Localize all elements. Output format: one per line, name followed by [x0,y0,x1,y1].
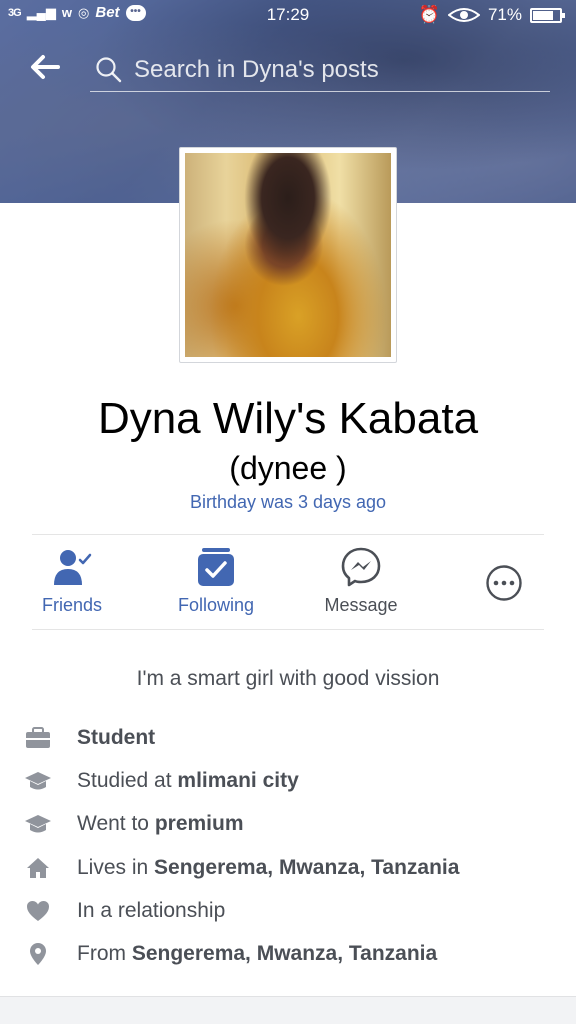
profile-bio: I'm a smart girl with good vission [136,667,440,690]
status-bar: 3G ▂▄▆ w ◎ Bet ••• 17:29 ⏰ 71% [0,0,576,30]
intro-went[interactable]: Went to premium [24,803,564,846]
graduation-cap-icon [24,810,52,838]
profile-nickname: (dynee ) [229,450,347,486]
section-divider [0,996,576,1024]
intro-work[interactable]: Student [24,716,564,759]
heart-icon [24,897,52,925]
profile-actions: Friends Following Message [32,534,544,630]
graduation-cap-icon [24,767,52,795]
studied-prefix: Studied at [77,768,178,792]
messenger-icon [341,547,381,587]
from-prefix: From [77,942,132,966]
following-button[interactable]: Following [168,535,264,631]
went-prefix: Went to [77,812,155,836]
search-bar[interactable] [90,48,550,92]
profile-name: Dyna Wily's Kabata [97,394,479,443]
search-input[interactable] [134,55,534,84]
following-label: Following [177,595,255,615]
intro-from[interactable]: From Sengerema, Mwanza, Tanzania [24,932,564,975]
lives-value[interactable]: Sengerema, Mwanza, Tanzania [154,856,459,879]
studied-value[interactable]: mlimani city [177,769,298,792]
message-label: Message [324,595,398,615]
birthday-link[interactable]: Birthday was 3 days ago [0,492,576,513]
friends-button[interactable]: Friends [32,535,112,631]
status-right: ⏰ 71% [418,5,565,25]
battery-percent: 71% [487,5,522,24]
briefcase-icon [24,724,52,752]
went-value[interactable]: premium [155,812,244,835]
message-button[interactable]: Message [316,535,406,631]
arrow-left-icon [31,55,60,79]
alarm-icon: ⏰ [418,5,440,24]
following-feed-icon [198,548,234,586]
friends-check-icon [54,550,92,585]
friends-label: Friends [41,595,103,615]
battery-icon [530,7,565,23]
intro-lives[interactable]: Lives in Sengerema, Mwanza, Tanzania [24,846,564,889]
eye-icon [447,8,480,22]
back-button[interactable] [28,50,62,84]
profile-picture[interactable] [179,147,397,363]
lives-prefix: Lives in [77,855,155,879]
more-dots-icon [486,565,522,601]
home-icon [24,854,52,882]
relationship-text: In a relationship [77,898,226,922]
avatar [185,153,391,357]
intro-relationship[interactable]: In a relationship [24,889,564,932]
search-icon [96,56,122,82]
location-pin-icon [24,940,52,968]
intro-studied[interactable]: Studied at mlimani city [24,759,564,802]
intro-list: Student Studied at mlimani city Went to … [24,716,564,976]
more-button[interactable] [482,535,526,631]
work-value: Student [77,725,156,749]
from-value[interactable]: Sengerema, Mwanza, Tanzania [132,942,437,965]
